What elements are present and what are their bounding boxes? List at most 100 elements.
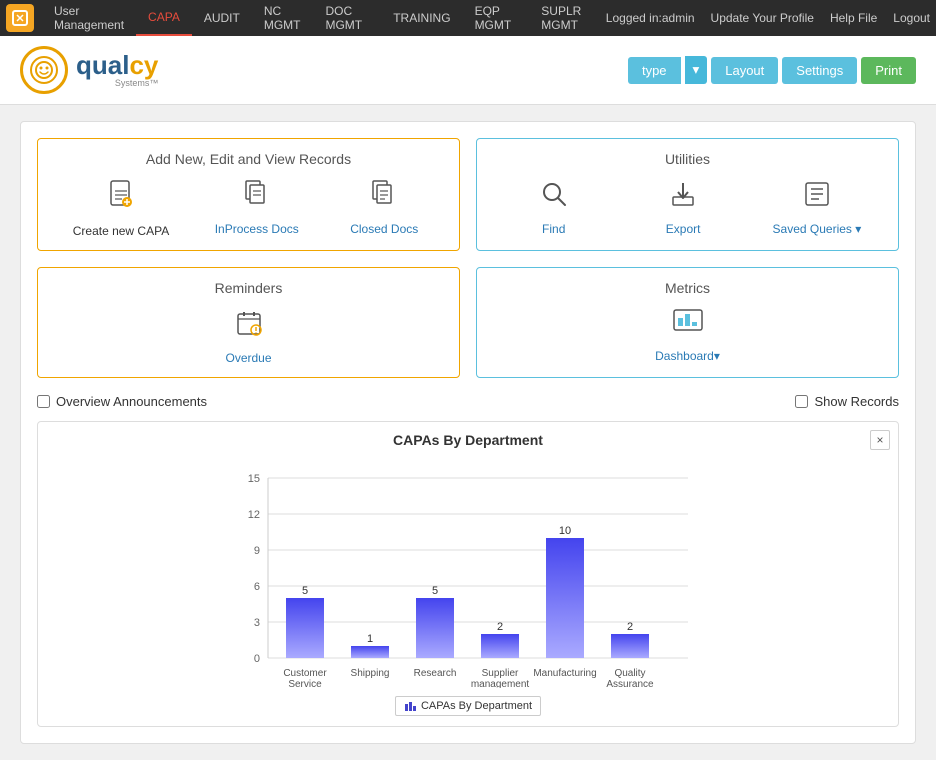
main-content: Add New, Edit and View Records — [0, 105, 936, 760]
export-item[interactable]: Export — [643, 179, 723, 236]
header-bar: qualcy Systems™ type ▾ Layout Settings P… — [0, 36, 936, 105]
svg-text:1: 1 — [367, 633, 373, 645]
inprocess-docs-icon — [242, 179, 272, 216]
bottom-sections-grid: Reminders — [37, 267, 899, 378]
logged-in-label: Logged in:admin — [606, 11, 695, 25]
help-file-link[interactable]: Help File — [830, 11, 877, 25]
layout-button[interactable]: Layout — [711, 57, 778, 84]
announcements-row: Overview Announcements Show Records — [37, 390, 899, 413]
chart-title: CAPAs By Department — [48, 432, 888, 448]
svg-text:Assurance: Assurance — [606, 679, 654, 688]
chart-legend-label: CAPAs By Department — [421, 700, 532, 712]
overdue-label: Overdue — [225, 351, 271, 365]
logo-sub: Systems™ — [76, 78, 158, 88]
top-sections-grid: Add New, Edit and View Records — [37, 138, 899, 251]
export-label: Export — [666, 222, 701, 236]
add-edit-section: Add New, Edit and View Records — [37, 138, 460, 251]
svg-text:3: 3 — [254, 617, 260, 629]
inprocess-docs-label: InProcess Docs — [215, 222, 299, 236]
update-profile-link[interactable]: Update Your Profile — [711, 11, 814, 25]
print-button[interactable]: Print — [861, 57, 916, 84]
show-records-label[interactable]: Show Records — [795, 394, 899, 409]
svg-text:10: 10 — [559, 525, 571, 537]
metrics-items: Dashboard▾ — [489, 308, 886, 363]
nav-items: User Management CAPA AUDIT NC MGMT DOC M… — [42, 0, 606, 36]
svg-text:Shipping: Shipping — [351, 668, 390, 679]
nav-item-suplr-mgmt[interactable]: SUPLR MGMT — [529, 0, 606, 36]
bar-chart-svg: 0 3 6 9 12 15 5 — [228, 458, 708, 688]
svg-text:9: 9 — [254, 545, 260, 557]
find-label: Find — [542, 222, 565, 236]
create-capa-label: Create new CAPA — [73, 224, 170, 238]
nav-item-nc-mgmt[interactable]: NC MGMT — [252, 0, 314, 36]
inprocess-docs-item[interactable]: InProcess Docs — [215, 179, 299, 236]
type-button[interactable]: type — [628, 57, 681, 84]
svg-text:Research: Research — [414, 668, 457, 679]
saved-queries-icon — [802, 179, 832, 216]
find-icon — [539, 179, 569, 216]
chart-close-button[interactable]: × — [870, 430, 890, 450]
logout-link[interactable]: Logout — [893, 11, 930, 25]
chart-area: CAPAs By Department × — [37, 421, 899, 727]
nav-item-eqp-mgmt[interactable]: EQP MGMT — [463, 0, 530, 36]
find-item[interactable]: Find — [514, 179, 594, 236]
nav-item-audit[interactable]: AUDIT — [192, 0, 252, 36]
reminders-items: Overdue — [50, 308, 447, 365]
svg-text:2: 2 — [627, 621, 633, 633]
dashboard-item[interactable]: Dashboard▾ — [648, 308, 728, 363]
app-logo-icon — [6, 4, 34, 32]
settings-button[interactable]: Settings — [782, 57, 857, 84]
add-edit-items: Create new CAPA InProcess Docs — [50, 179, 447, 238]
reminders-section: Reminders — [37, 267, 460, 378]
svg-text:15: 15 — [248, 473, 260, 485]
logo-container: qualcy Systems™ — [20, 46, 158, 94]
overdue-icon — [234, 308, 264, 345]
svg-text:Quality: Quality — [614, 668, 645, 679]
chart-legend: CAPAs By Department — [48, 696, 888, 716]
saved-queries-label: Saved Queries ▾ — [773, 222, 862, 236]
metrics-section: Metrics Dashboard▾ — [476, 267, 899, 378]
closed-docs-item[interactable]: Closed Docs — [344, 179, 424, 236]
reminders-title: Reminders — [50, 280, 447, 296]
svg-text:6: 6 — [254, 581, 260, 593]
top-navigation: User Management CAPA AUDIT NC MGMT DOC M… — [0, 0, 936, 36]
dashboard-icon — [672, 308, 704, 343]
logo-text: qualcy — [76, 52, 158, 78]
content-card: Add New, Edit and View Records — [20, 121, 916, 744]
nav-item-training[interactable]: TRAINING — [381, 0, 462, 36]
svg-text:Customer: Customer — [283, 668, 327, 679]
saved-queries-item[interactable]: Saved Queries ▾ — [773, 179, 862, 236]
logo-circle-inner — [30, 56, 58, 84]
svg-text:12: 12 — [248, 509, 260, 521]
utilities-items: Find Export — [489, 179, 886, 236]
logo-circle — [20, 46, 68, 94]
svg-text:0: 0 — [254, 653, 260, 665]
utilities-title: Utilities — [489, 151, 886, 167]
utilities-section: Utilities Find — [476, 138, 899, 251]
svg-text:Supplier: Supplier — [482, 668, 519, 679]
svg-text:management: management — [471, 679, 530, 688]
overdue-item[interactable]: Overdue — [209, 308, 289, 365]
add-edit-title: Add New, Edit and View Records — [50, 151, 447, 167]
show-records-checkbox[interactable] — [795, 395, 808, 408]
overview-announcements-label[interactable]: Overview Announcements — [37, 394, 207, 409]
nav-item-user-management[interactable]: User Management — [42, 0, 136, 36]
create-capa-item[interactable]: Create new CAPA — [73, 179, 170, 238]
svg-text:5: 5 — [302, 585, 308, 597]
legend-bar-icon — [404, 700, 418, 712]
svg-text:Service: Service — [288, 679, 322, 688]
type-dropdown-button[interactable]: ▾ — [685, 56, 708, 84]
nav-item-capa[interactable]: CAPA — [136, 0, 192, 36]
export-icon — [668, 179, 698, 216]
svg-text:5: 5 — [432, 585, 438, 597]
nav-item-doc-mgmt[interactable]: DOC MGMT — [313, 0, 381, 36]
overview-announcements-checkbox[interactable] — [37, 395, 50, 408]
closed-docs-label: Closed Docs — [350, 222, 418, 236]
nav-right: Logged in:admin Update Your Profile Help… — [606, 11, 930, 25]
svg-text:2: 2 — [497, 621, 503, 633]
metrics-title: Metrics — [489, 280, 886, 296]
dashboard-label: Dashboard▾ — [655, 349, 720, 363]
header-buttons: type ▾ Layout Settings Print — [628, 56, 916, 84]
closed-docs-icon — [369, 179, 399, 216]
chart-svg-container: 0 3 6 9 12 15 5 — [48, 458, 888, 688]
